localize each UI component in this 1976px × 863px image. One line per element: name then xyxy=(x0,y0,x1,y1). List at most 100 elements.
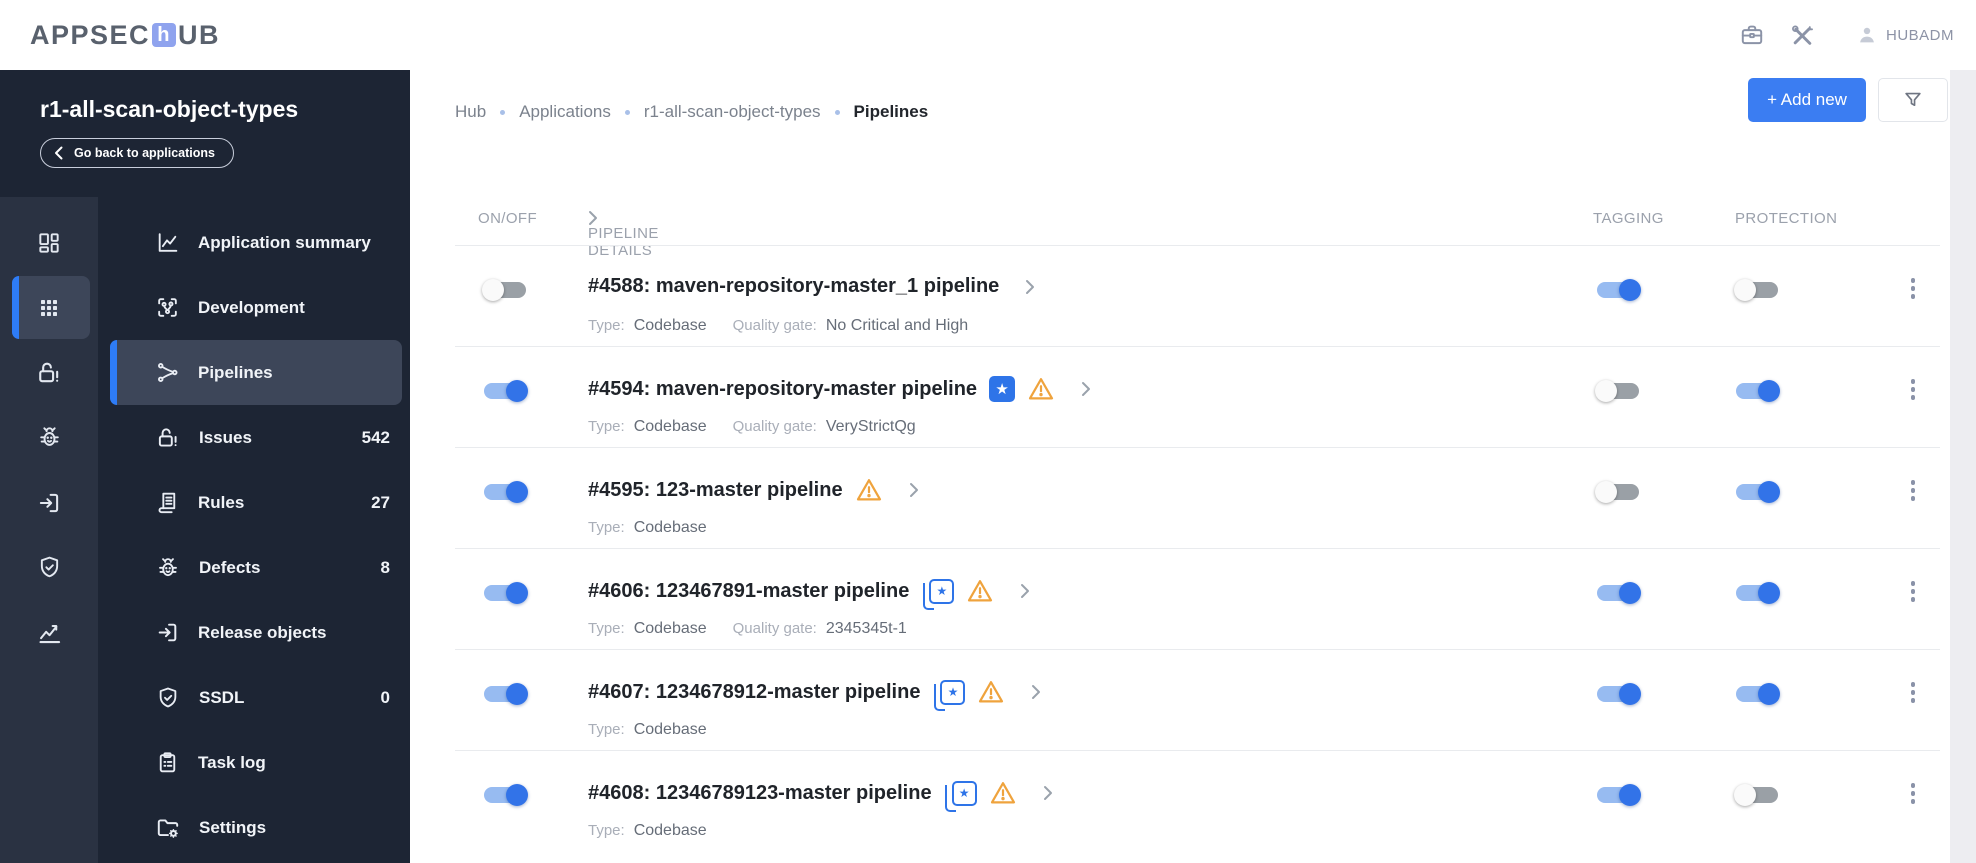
tagging-toggle[interactable] xyxy=(1597,683,1641,705)
warning-icon xyxy=(1027,376,1055,402)
pipeline-enabled-toggle[interactable] xyxy=(484,784,528,806)
chevron-left-icon xyxy=(54,146,63,160)
user-menu[interactable]: HUBADM xyxy=(1856,24,1954,46)
pipeline-enabled-toggle[interactable] xyxy=(484,481,528,503)
type-label: Type: xyxy=(588,317,625,334)
scrollbar-track[interactable] xyxy=(1950,70,1976,863)
pipelines-table: ON/OFF PIPELINE DETAILS TAGGING PROTECTI… xyxy=(455,195,1940,851)
breadcrumb-pipelines: Pipelines xyxy=(853,102,929,121)
sidebar-item-count: 27 xyxy=(371,492,390,512)
sidebar-item-development[interactable]: Development xyxy=(110,275,402,340)
starred-stack-icon: ★ xyxy=(922,578,955,610)
top-bar: APPSEC h UB HUBADM xyxy=(0,0,1976,70)
row-menu-kebab-icon[interactable] xyxy=(1905,480,1921,501)
row-menu-kebab-icon[interactable] xyxy=(1905,682,1921,703)
pipeline-title[interactable]: #4588: maven-repository-master_1 pipelin… xyxy=(588,275,999,298)
app-logo: APPSEC h UB xyxy=(30,20,220,51)
row-menu-kebab-icon[interactable] xyxy=(1905,278,1921,299)
row-menu-kebab-icon[interactable] xyxy=(1905,581,1921,602)
chevron-right-icon[interactable] xyxy=(1043,785,1053,801)
pipeline-enabled-toggle[interactable] xyxy=(484,582,528,604)
rail-bug-icon[interactable] xyxy=(0,405,98,470)
column-pipeline-details[interactable]: PIPELINE DETAILS xyxy=(588,210,658,259)
bug-icon xyxy=(155,555,181,581)
go-back-button[interactable]: Go back to applications xyxy=(40,138,234,168)
pipeline-row: #4606: 123467891-master pipeline ★ Type:… xyxy=(455,548,1940,649)
sidebar-item-label: Task log xyxy=(198,752,266,772)
row-menu-kebab-icon[interactable] xyxy=(1905,379,1921,400)
sidebar-header: r1-all-scan-object-types Go back to appl… xyxy=(0,70,410,197)
row-menu-kebab-icon[interactable] xyxy=(1905,783,1921,804)
chevron-right-icon[interactable] xyxy=(909,482,919,498)
sidebar-item-defects[interactable]: Defects 8 xyxy=(110,535,402,600)
sidebar-item-settings[interactable]: Settings xyxy=(110,795,402,860)
tagging-toggle[interactable] xyxy=(1595,380,1639,402)
sidebar-item-pipelines[interactable]: Pipelines xyxy=(110,340,402,405)
filter-button[interactable] xyxy=(1878,78,1948,122)
sidebar-item-count: 0 xyxy=(380,687,390,707)
type-label: Type: xyxy=(588,519,625,536)
tagging-toggle[interactable] xyxy=(1597,784,1641,806)
sidebar-item-label: SSDL xyxy=(199,687,245,707)
pipeline-title[interactable]: #4608: 12346789123-master pipeline xyxy=(588,782,932,805)
pipeline-title[interactable]: #4607: 1234678912-master pipeline xyxy=(588,681,920,704)
quality-gate-value: No Critical and High xyxy=(825,317,969,334)
protection-toggle[interactable] xyxy=(1736,380,1780,402)
rail-dashboard-icon[interactable] xyxy=(0,210,98,275)
tools-icon[interactable] xyxy=(1789,22,1816,49)
briefcase-icon[interactable] xyxy=(1739,22,1765,48)
application-title: r1-all-scan-object-types xyxy=(40,96,299,122)
sidebar-item-label: Release objects xyxy=(198,622,327,642)
protection-toggle[interactable] xyxy=(1736,481,1780,503)
pipeline-title[interactable]: #4606: 123467891-master pipeline xyxy=(588,580,909,603)
type-value: Codebase xyxy=(633,822,707,839)
add-new-button[interactable]: + Add new xyxy=(1748,78,1866,122)
breadcrumb-dot-icon xyxy=(834,109,840,115)
type-value: Codebase xyxy=(633,317,707,334)
sidebar-item-application-summary[interactable]: Application summary xyxy=(110,210,402,275)
sidebar-item-issues[interactable]: Issues 542 xyxy=(110,405,402,470)
rail-applications-icon[interactable] xyxy=(0,275,98,340)
rail-analytics-icon[interactable] xyxy=(0,600,98,665)
pipeline-row: #4607: 1234678912-master pipeline ★ Type… xyxy=(455,649,1940,750)
sidebar-item-rules[interactable]: Rules 27 xyxy=(110,470,402,535)
pipeline-enabled-toggle[interactable] xyxy=(482,279,526,301)
warning-icon xyxy=(977,679,1005,705)
pipeline-fork-icon xyxy=(155,360,180,385)
sidebar-item-ssdl[interactable]: SSDL 0 xyxy=(110,665,402,730)
chevron-right-icon[interactable] xyxy=(1025,279,1035,295)
sidebar-item-label: Rules xyxy=(198,492,245,512)
rail-release-icon[interactable] xyxy=(0,470,98,535)
protection-toggle[interactable] xyxy=(1734,784,1778,806)
sidebar-item-task-log[interactable]: Task log xyxy=(110,730,402,795)
pipeline-enabled-toggle[interactable] xyxy=(484,380,528,402)
sidebar-item-release-objects[interactable]: Release objects xyxy=(110,600,402,665)
breadcrumb-dot-icon xyxy=(624,109,630,115)
tagging-toggle[interactable] xyxy=(1597,582,1641,604)
tagging-toggle[interactable] xyxy=(1597,279,1641,301)
chevron-right-icon[interactable] xyxy=(1081,381,1091,397)
pipeline-enabled-toggle[interactable] xyxy=(484,683,528,705)
breadcrumb: Hub Applications r1-all-scan-object-type… xyxy=(455,90,928,134)
protection-toggle[interactable] xyxy=(1734,279,1778,301)
rail-shield-check-icon[interactable] xyxy=(0,535,98,600)
protection-toggle[interactable] xyxy=(1736,582,1780,604)
quality-gate-label: Quality gate: xyxy=(732,418,817,435)
logo-h-icon: h xyxy=(152,23,177,47)
tagging-toggle[interactable] xyxy=(1595,481,1639,503)
chevron-right-icon[interactable] xyxy=(1020,583,1030,599)
breadcrumb-hub[interactable]: Hub xyxy=(455,102,486,122)
table-header: ON/OFF PIPELINE DETAILS TAGGING PROTECTI… xyxy=(455,195,1940,259)
pipeline-title[interactable]: #4594: maven-repository-master pipeline xyxy=(588,378,977,401)
protection-toggle[interactable] xyxy=(1736,683,1780,705)
type-label: Type: xyxy=(588,721,625,738)
sidebar-item-label: Development xyxy=(198,297,305,317)
rail-lock-alert-icon[interactable] xyxy=(0,340,98,405)
column-tagging: TAGGING xyxy=(1593,210,1664,227)
scroll-icon xyxy=(155,490,180,515)
breadcrumb-application-name[interactable]: r1-all-scan-object-types xyxy=(644,102,821,122)
chevron-right-icon[interactable] xyxy=(1031,684,1041,700)
breadcrumb-applications[interactable]: Applications xyxy=(519,102,611,122)
pipeline-row: #4594: maven-repository-master pipeline … xyxy=(455,346,1940,447)
pipeline-title[interactable]: #4595: 123-master pipeline xyxy=(588,479,843,502)
